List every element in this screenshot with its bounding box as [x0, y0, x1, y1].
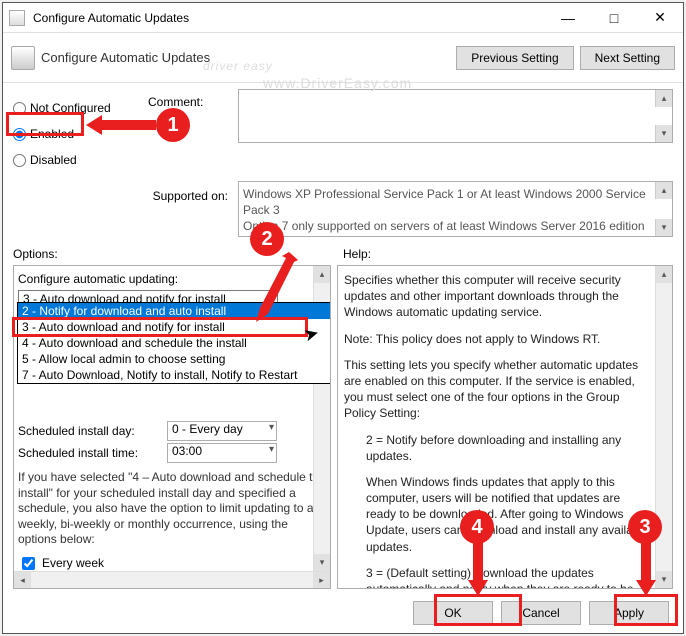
- panes: Configure automatic updating: 3 - Auto d…: [3, 265, 683, 593]
- annotation-arrow-2: [254, 252, 304, 322]
- install-day-value: 0 - Every day: [172, 422, 243, 436]
- scroll-up-icon[interactable]: ▴: [314, 266, 330, 283]
- install-time-value: 03:00: [172, 444, 202, 458]
- comment-label: Comment:: [148, 89, 238, 109]
- ok-button[interactable]: OK: [413, 601, 493, 625]
- annotation-circle-2: 2: [250, 222, 284, 256]
- dropdown-option-5[interactable]: 5 - Allow local admin to choose setting: [18, 351, 331, 367]
- help-p3: This setting lets you specify whether au…: [344, 357, 652, 422]
- policy-title: Configure Automatic Updates: [41, 50, 450, 65]
- supported-row: Supported on: Windows XP Professional Se…: [3, 175, 683, 239]
- scroll-down-icon[interactable]: ▾: [656, 571, 672, 588]
- scroll-down-icon[interactable]: ▾: [655, 125, 672, 142]
- cancel-button[interactable]: Cancel: [501, 601, 581, 625]
- app-icon: [9, 10, 25, 26]
- install-day-label: Scheduled install day:: [18, 424, 163, 438]
- dropdown-option-7[interactable]: 7 - Auto Download, Notify to install, No…: [18, 367, 331, 383]
- schedule-note: If you have selected "4 – Auto download …: [18, 470, 326, 548]
- install-day-dropdown[interactable]: 0 - Every day: [167, 421, 277, 441]
- scroll-up-icon[interactable]: ▴: [655, 90, 672, 107]
- minimize-button[interactable]: —: [545, 3, 591, 33]
- scroll-down-icon[interactable]: ▾: [314, 554, 330, 571]
- titlebar: Configure Automatic Updates — □ ✕: [3, 3, 683, 33]
- previous-setting-button[interactable]: Previous Setting: [456, 46, 573, 70]
- annotation-arrow-1: [86, 113, 156, 137]
- scroll-left-icon[interactable]: ◂: [14, 572, 31, 588]
- panes-labels: Options: Help:: [3, 239, 683, 265]
- install-time-label: Scheduled install time:: [18, 446, 163, 460]
- help-p6: 3 = (Default setting) Download the updat…: [344, 565, 652, 589]
- radio-enabled-label: Enabled: [30, 127, 74, 141]
- annotation-circle-3: 3: [628, 510, 662, 544]
- options-hscroll[interactable]: ◂▸: [14, 571, 330, 588]
- scroll-right-icon[interactable]: ▸: [313, 572, 330, 588]
- comment-textarea[interactable]: ▴ ▾: [238, 89, 673, 143]
- help-p4: 2 = Notify before downloading and instal…: [344, 432, 652, 464]
- supported-label: Supported on:: [13, 181, 238, 237]
- policy-icon: [11, 46, 35, 70]
- header: Configure Automatic Updates Previous Set…: [3, 33, 683, 83]
- radio-disabled-label: Disabled: [30, 153, 77, 167]
- install-time-dropdown[interactable]: 03:00: [167, 443, 277, 463]
- help-pane: Specifies whether this computer will rec…: [337, 265, 673, 589]
- help-p2: Note: This policy does not apply to Wind…: [344, 331, 652, 347]
- dialog-window: driver easy www.DriverEasy.com Configure…: [2, 2, 684, 634]
- annotation-circle-4: 4: [460, 510, 494, 544]
- apply-button[interactable]: Apply: [589, 601, 669, 625]
- annotation-arrow-4: [466, 540, 490, 596]
- help-p5: When Windows finds updates that apply to…: [344, 474, 652, 555]
- window-title: Configure Automatic Updates: [31, 11, 545, 25]
- help-p1: Specifies whether this computer will rec…: [344, 272, 652, 321]
- radio-disabled[interactable]: Disabled: [13, 147, 148, 173]
- maximize-button[interactable]: □: [591, 3, 637, 33]
- scroll-up-icon[interactable]: ▴: [655, 182, 672, 199]
- dropdown-option-4[interactable]: 4 - Auto download and schedule the insta…: [18, 335, 331, 351]
- annotation-arrow-3: [634, 540, 658, 596]
- every-week-label: Every week: [42, 556, 104, 570]
- scroll-up-icon[interactable]: ▴: [656, 266, 672, 283]
- supported-text-value: Windows XP Professional Service Pack 1 o…: [243, 187, 649, 233]
- next-setting-button[interactable]: Next Setting: [580, 46, 675, 70]
- supported-text: Windows XP Professional Service Pack 1 o…: [238, 181, 673, 237]
- annotation-circle-1: 1: [156, 108, 190, 142]
- dialog-footer: OK Cancel Apply: [3, 593, 683, 633]
- help-label: Help:: [343, 247, 673, 261]
- scroll-down-icon[interactable]: ▾: [655, 219, 672, 236]
- close-button[interactable]: ✕: [637, 3, 683, 33]
- every-week-checkbox[interactable]: [22, 557, 35, 570]
